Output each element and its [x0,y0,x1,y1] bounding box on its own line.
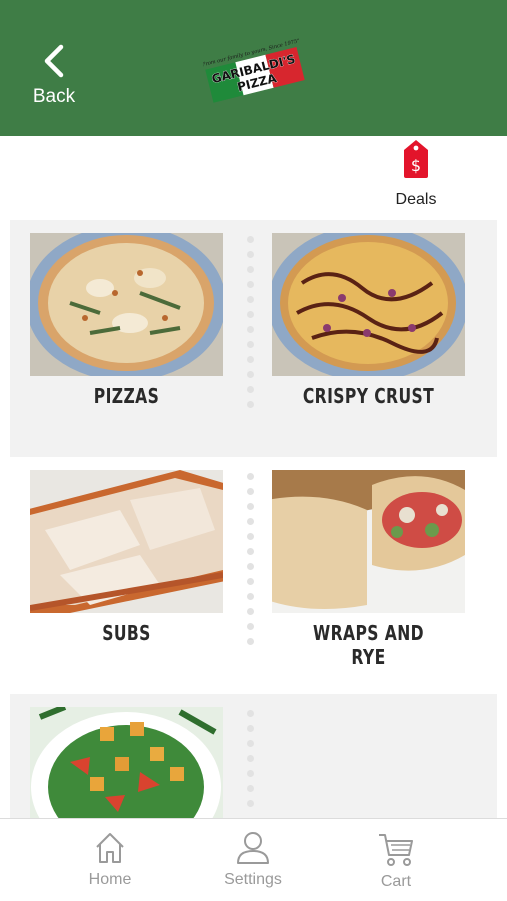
category-label: PIZZAS [93,384,160,408]
price-tag-dollar-icon: $ [404,140,428,178]
category-row: PIZZAS CRISPY CRUST [10,220,497,457]
bottom-tab-bar: Home Settings Cart [0,818,507,901]
chevron-left-icon [44,44,64,78]
home-icon [96,833,124,863]
app-header: Back "From our family to yours, Since 19… [0,0,507,136]
sub-sandwich-photo [30,470,223,613]
back-button[interactable]: Back [26,40,82,110]
tab-cart[interactable]: Cart [341,831,451,891]
category-label: SUBS [102,621,151,645]
svg-text:$: $ [411,156,421,175]
dotted-divider [247,236,255,416]
tab-settings-label: Settings [224,871,282,888]
category-tile-crispy-crust[interactable]: CRISPY CRUST [272,233,465,408]
category-row [10,694,497,850]
category-label: WRAPS AND RYE [312,621,424,669]
pizza-photo [30,233,223,376]
wrap-photo [272,470,465,613]
back-label: Back [32,86,76,107]
dotted-divider [247,473,255,653]
tab-cart-label: Cart [380,873,412,890]
category-tile-wraps-and-rye[interactable]: WRAPS AND RYE [272,470,465,669]
garibaldis-pizza-logo: "From our family to yours, Since 1975" G… [203,38,305,103]
tab-home[interactable]: Home [55,831,165,889]
crispy-crust-pizza-photo [272,233,465,376]
tab-home-label: Home [88,871,132,888]
category-label: CRISPY CRUST [302,384,435,408]
deals-button[interactable]: $ Deals [390,137,442,212]
dotted-divider [247,710,255,815]
category-tile-pizzas[interactable]: PIZZAS [30,233,223,408]
category-tile-subs[interactable]: SUBS [30,470,223,645]
deals-label: Deals [395,191,437,208]
category-row: SUBS WRAPS AND RYE [10,457,497,694]
tab-settings[interactable]: Settings [198,831,308,889]
cart-icon [379,834,413,866]
user-icon [237,832,269,864]
